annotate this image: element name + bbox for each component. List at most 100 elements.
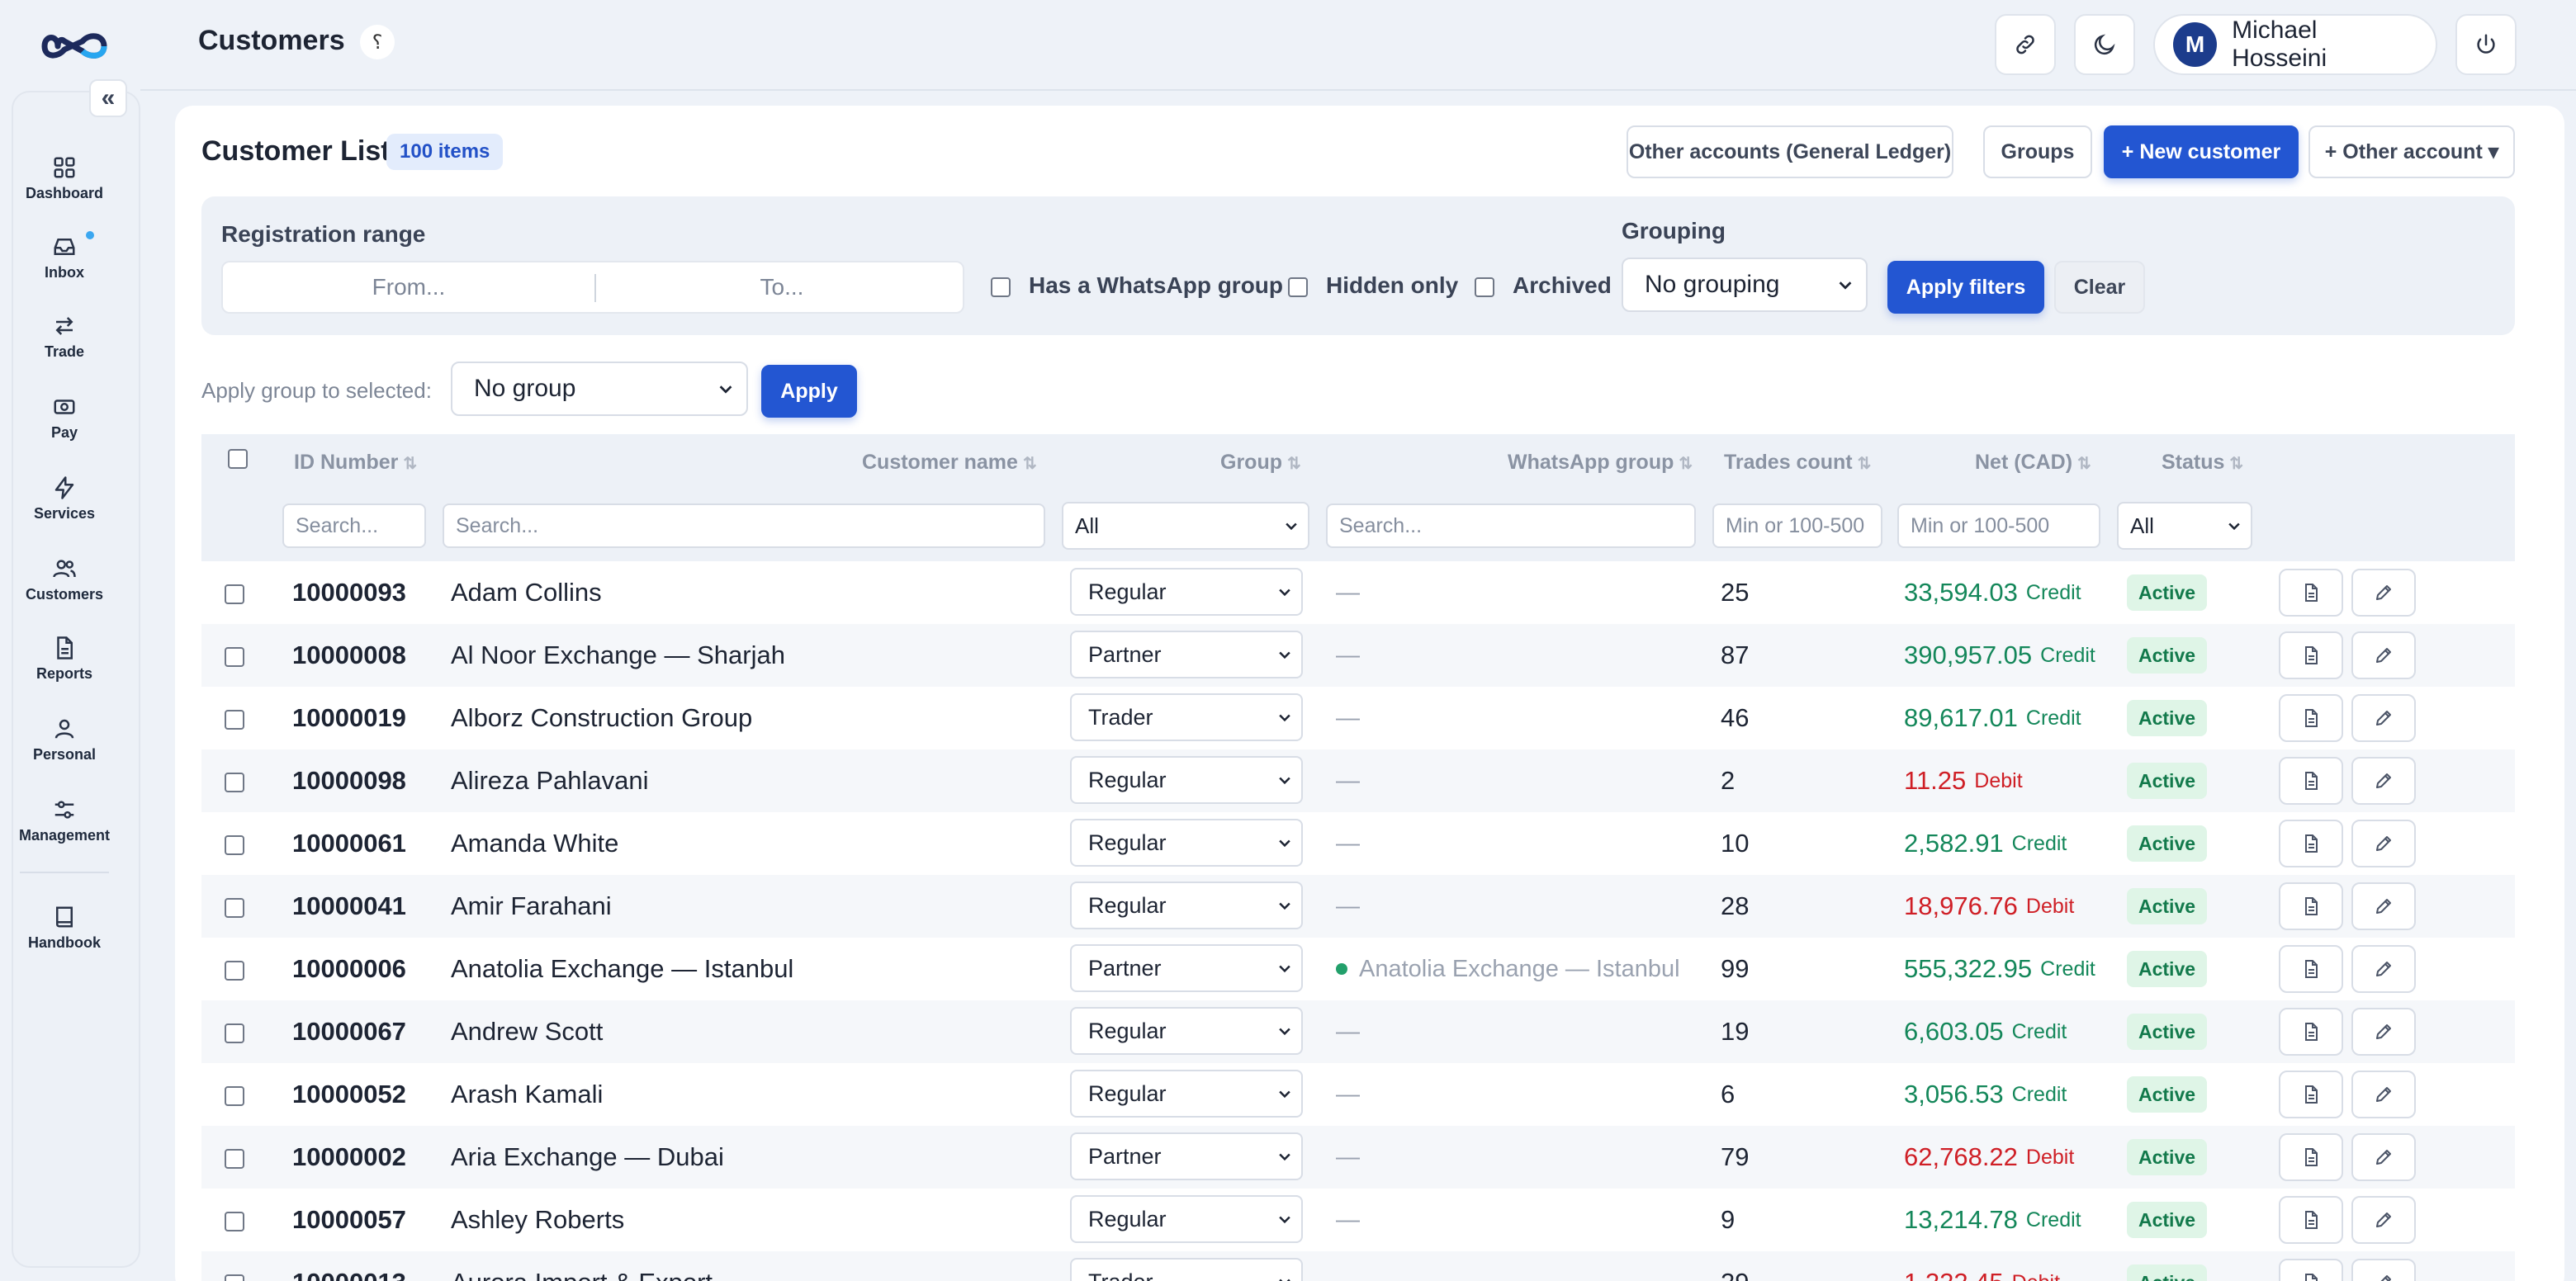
infinity-logo-icon[interactable] [40, 25, 111, 68]
edit-button[interactable] [2351, 1196, 2416, 1244]
row-checkbox[interactable] [225, 1023, 244, 1043]
other-accounts-button[interactable]: Other accounts (General Ledger) [1627, 125, 1953, 178]
collapse-sidebar-button[interactable]: « [89, 79, 127, 117]
apply-group-button[interactable]: Apply [761, 365, 857, 418]
help-button[interactable]: ؟ [360, 25, 395, 59]
statement-button[interactable] [2279, 945, 2343, 993]
grouping-select[interactable]: No grouping [1622, 258, 1868, 312]
statement-button[interactable] [2279, 1071, 2343, 1118]
date-from-input[interactable]: From... [223, 262, 594, 312]
row-group-select[interactable]: Partner [1070, 631, 1303, 678]
row-group-select[interactable]: Partner [1070, 944, 1303, 992]
date-to-input[interactable]: To... [596, 262, 968, 312]
edit-button[interactable] [2351, 569, 2416, 617]
whatsapp-search-input[interactable]: Search... [1326, 503, 1696, 548]
select-all-checkbox[interactable] [228, 449, 248, 469]
net-range-input[interactable]: Min or 100-500 [1897, 503, 2100, 548]
edit-button[interactable] [2351, 694, 2416, 742]
archived-checkbox[interactable] [1475, 277, 1494, 297]
row-checkbox[interactable] [225, 961, 244, 981]
row-checkbox[interactable] [225, 835, 244, 855]
net-balance-cell: 33,594.03 Credit [1904, 561, 2081, 624]
statement-button[interactable] [2279, 631, 2343, 679]
row-group-select[interactable]: Regular [1070, 1195, 1303, 1243]
row-checkbox[interactable] [225, 1212, 244, 1231]
edit-button[interactable] [2351, 820, 2416, 867]
edit-button[interactable] [2351, 757, 2416, 805]
statement-button[interactable] [2279, 882, 2343, 930]
row-checkbox[interactable] [225, 773, 244, 792]
id-search-input[interactable]: Search... [282, 503, 426, 548]
name-search-input[interactable]: Search... [443, 503, 1045, 548]
edit-button[interactable] [2351, 945, 2416, 993]
dark-mode-toggle[interactable] [2074, 14, 2135, 75]
nav-item-inbox[interactable]: Inbox [0, 225, 129, 291]
nav-item-reports[interactable]: Reports [0, 626, 129, 692]
column-header-whatsapp[interactable]: WhatsApp group ⇅ [1508, 451, 1693, 475]
nav-item-dashboard[interactable]: Dashboard [0, 145, 129, 211]
table-row: 10000093 Adam Collins Regular — 25 33,594.03 C… [201, 561, 2515, 624]
row-checkbox[interactable] [225, 1274, 244, 1281]
statement-button[interactable] [2279, 1008, 2343, 1056]
table-row: 10000002 Aria Exchange — Dubai Partner — 79 6… [201, 1126, 2515, 1189]
apply-filters-button[interactable]: Apply filters [1887, 261, 2044, 314]
statement-button[interactable] [2279, 569, 2343, 617]
column-header-status[interactable]: Status ⇅ [2162, 451, 2243, 475]
whatsapp-group-name: — [1336, 1018, 1360, 1045]
statement-button[interactable] [2279, 1196, 2343, 1244]
nav-label: Reports [36, 664, 92, 682]
statement-button[interactable] [2279, 757, 2343, 805]
clear-filters-button[interactable]: Clear [2054, 261, 2145, 314]
row-group-select[interactable]: Regular [1070, 1007, 1303, 1055]
row-checkbox[interactable] [225, 647, 244, 667]
row-checkbox[interactable] [225, 584, 244, 604]
nav-item-management[interactable]: Management [0, 787, 129, 853]
statement-button[interactable] [2279, 694, 2343, 742]
edit-button[interactable] [2351, 1008, 2416, 1056]
status-filter-select[interactable]: All [2117, 502, 2252, 550]
chevron-down-icon [1279, 902, 1290, 910]
column-header-net[interactable]: Net (CAD) ⇅ [1975, 451, 2091, 475]
nav-item-pay[interactable]: Pay [0, 385, 129, 451]
statement-button[interactable] [2279, 1133, 2343, 1181]
edit-button[interactable] [2351, 1133, 2416, 1181]
edit-button[interactable] [2351, 1259, 2416, 1281]
row-group-select[interactable]: Regular [1070, 882, 1303, 929]
logout-button[interactable] [2455, 14, 2517, 75]
nav-item-customers[interactable]: Customers [0, 546, 129, 612]
nav-item-handbook[interactable]: Handbook [0, 895, 129, 961]
user-menu-button[interactable]: M Michael Hosseini [2153, 14, 2437, 75]
nav-item-services[interactable]: Services [0, 466, 129, 532]
row-group-select[interactable]: Partner [1070, 1132, 1303, 1180]
row-checkbox[interactable] [225, 898, 244, 918]
new-customer-button[interactable]: + New customer [2104, 125, 2299, 178]
edit-button[interactable] [2351, 1071, 2416, 1118]
statement-button[interactable] [2279, 1259, 2343, 1281]
row-group-select[interactable]: Regular [1070, 568, 1303, 616]
row-checkbox[interactable] [225, 710, 244, 730]
whatsapp-group-checkbox[interactable] [991, 277, 1011, 297]
row-group-select[interactable]: Regular [1070, 1070, 1303, 1118]
row-group-select[interactable]: Trader [1070, 1258, 1303, 1281]
row-group-select[interactable]: Regular [1070, 819, 1303, 867]
bulk-group-select[interactable]: No group [451, 362, 748, 416]
copy-link-button[interactable] [1995, 14, 2056, 75]
edit-button[interactable] [2351, 882, 2416, 930]
row-group-select[interactable]: Trader [1070, 693, 1303, 741]
row-checkbox[interactable] [225, 1149, 244, 1169]
groups-button[interactable]: Groups [1983, 125, 2092, 178]
nav-item-personal[interactable]: Personal [0, 707, 129, 773]
column-header-trades[interactable]: Trades count ⇅ [1724, 451, 1871, 475]
column-header-group[interactable]: Group ⇅ [1220, 451, 1301, 475]
row-group-select[interactable]: Regular [1070, 756, 1303, 804]
statement-button[interactable] [2279, 820, 2343, 867]
nav-item-trade[interactable]: Trade [0, 304, 129, 370]
other-account-dropdown-button[interactable]: + Other account ▾ [2308, 125, 2515, 178]
column-header-id[interactable]: ID Number ⇅ [294, 451, 417, 475]
trades-range-input[interactable]: Min or 100-500 [1712, 503, 1882, 548]
edit-button[interactable] [2351, 631, 2416, 679]
row-checkbox[interactable] [225, 1086, 244, 1106]
column-header-name[interactable]: Customer name ⇅ [862, 451, 1037, 475]
hidden-only-checkbox[interactable] [1288, 277, 1308, 297]
group-filter-select[interactable]: All [1062, 502, 1309, 550]
